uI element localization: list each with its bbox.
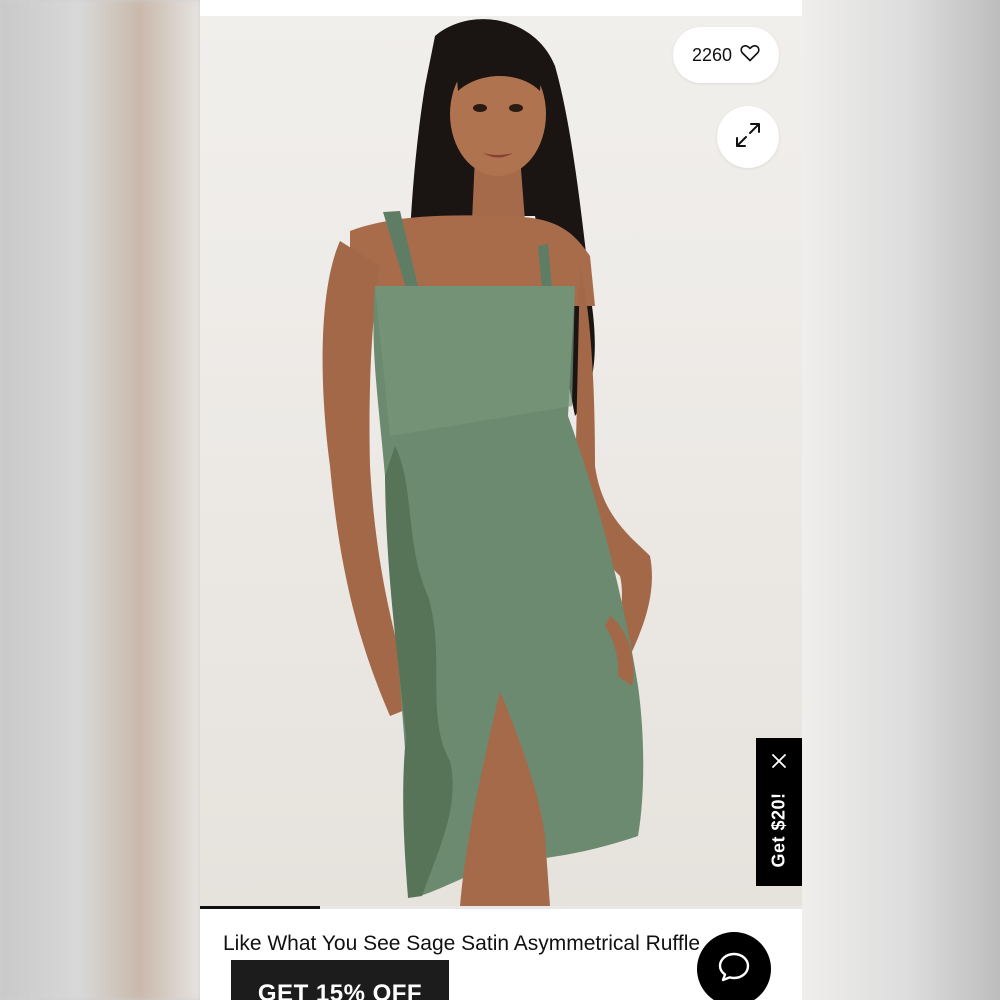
gallery-progress-fill xyxy=(200,906,321,909)
favorite-button[interactable]: 2260 xyxy=(673,27,779,83)
background-blur-right xyxy=(802,0,1000,1000)
discount-banner-label: GET 15% OFF xyxy=(257,980,423,1000)
chat-bubble-icon xyxy=(716,949,752,990)
product-page: 2260 Get $20! Like What You See Sage Sat… xyxy=(200,0,802,1000)
heart-icon xyxy=(740,44,760,67)
promo-label: Get $20! xyxy=(768,792,789,868)
chat-button[interactable] xyxy=(697,932,771,1000)
promo-tab[interactable]: Get $20! xyxy=(756,738,802,886)
expand-arrows-icon xyxy=(733,120,763,155)
discount-banner-button[interactable]: GET 15% OFF xyxy=(231,960,449,1000)
product-title: Like What You See Sage Satin Asymmetrica… xyxy=(223,932,701,955)
product-image[interactable] xyxy=(200,16,802,906)
close-icon[interactable] xyxy=(770,752,788,770)
background-blur-left xyxy=(0,0,200,1000)
expand-image-button[interactable] xyxy=(717,106,779,168)
favorite-count: 2260 xyxy=(691,44,733,65)
model-illustration xyxy=(322,19,652,906)
top-bar xyxy=(200,0,802,16)
